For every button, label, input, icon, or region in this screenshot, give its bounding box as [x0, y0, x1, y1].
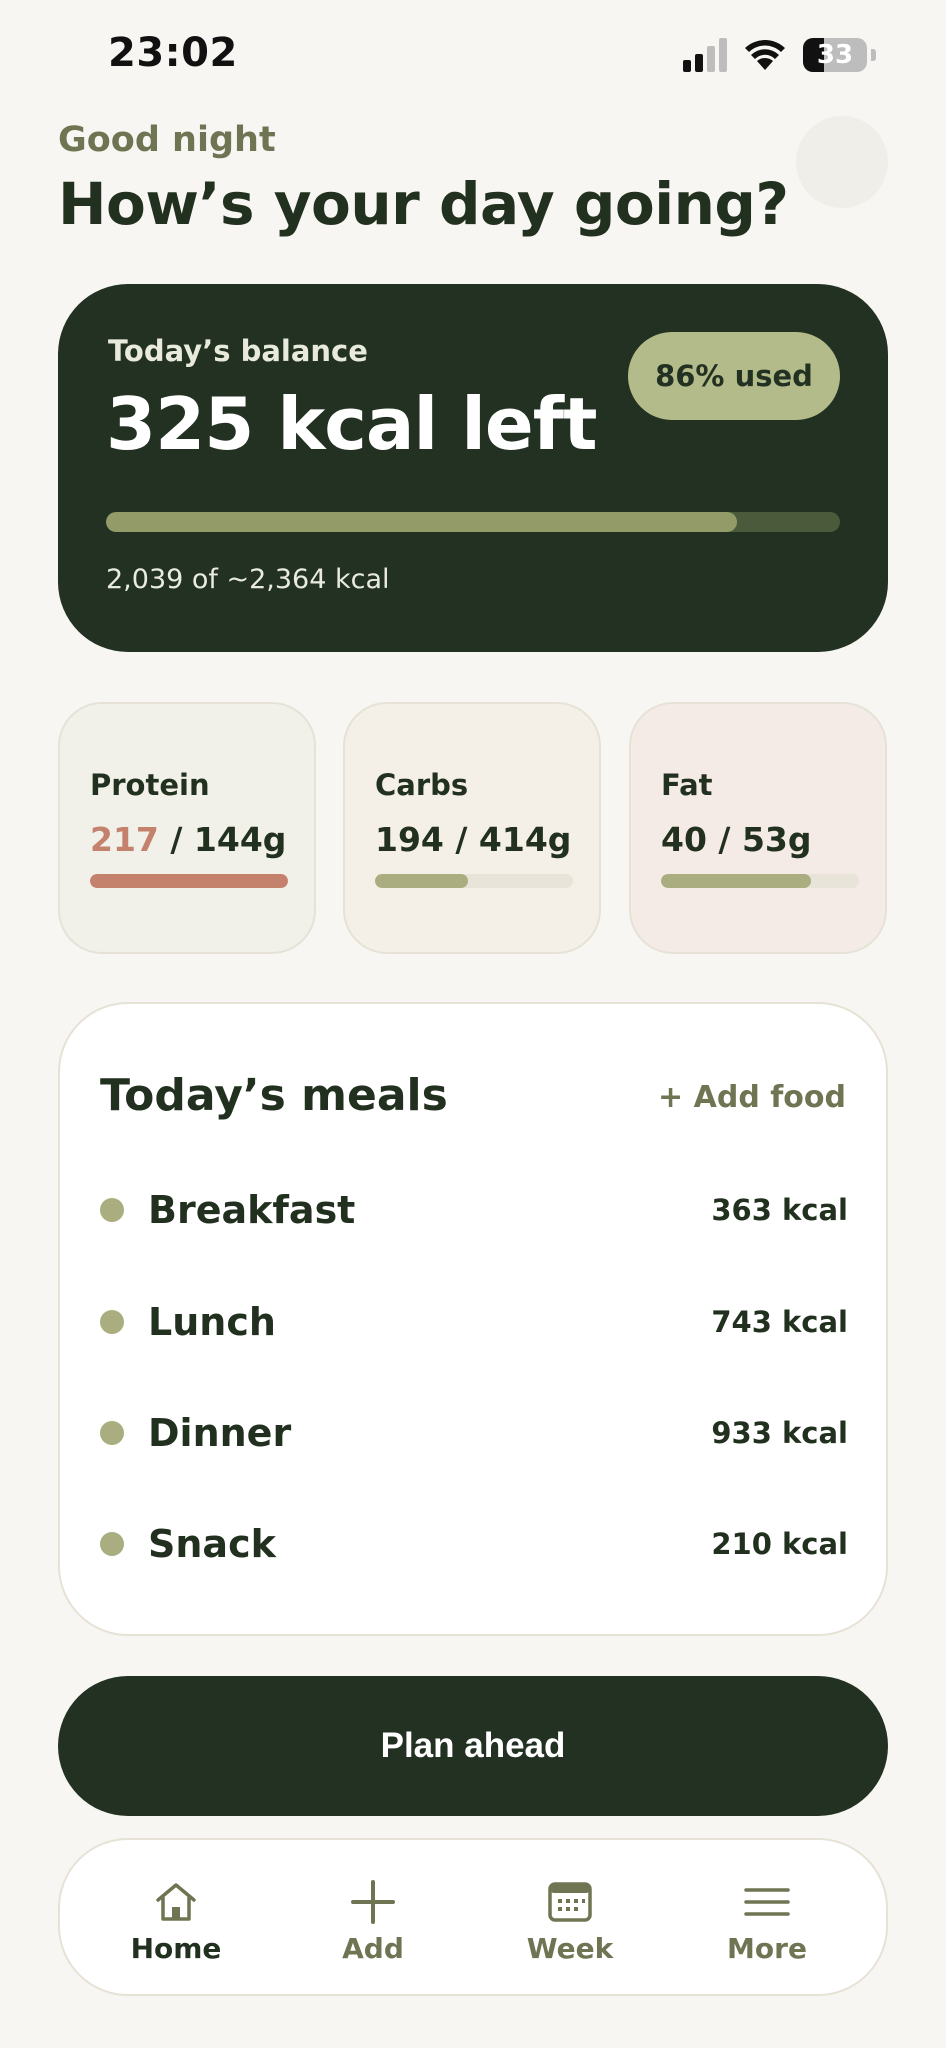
- wifi-icon: [745, 40, 785, 70]
- balance-subtext: 2,039 of ~2,364 kcal: [106, 564, 390, 595]
- meal-name: Snack: [148, 1522, 276, 1566]
- home-icon: [156, 1883, 196, 1921]
- meal-kcal: 933 kcal: [711, 1416, 848, 1450]
- macro-progress-fill: [661, 874, 812, 888]
- nav-item-week[interactable]: Week: [470, 1840, 670, 1994]
- macro-current-over: 217: [90, 820, 159, 859]
- greeting: Good night: [58, 120, 276, 160]
- meal-dot: [100, 1532, 124, 1556]
- menu-icon: [744, 1888, 790, 1916]
- meal-row-dinner[interactable]: Dinner 933 kcal: [100, 1403, 848, 1463]
- status-bar: 23:02 33: [0, 0, 946, 112]
- meal-name: Lunch: [148, 1300, 276, 1344]
- cellular-signal-icon: [683, 38, 727, 72]
- macro-progress-bar: [661, 874, 859, 888]
- macro-progress-fill: [375, 874, 469, 888]
- plan-ahead-button[interactable]: Plan ahead: [58, 1676, 888, 1816]
- macro-card-fat[interactable]: Fat 40 / 53g: [629, 702, 887, 954]
- add-food-button[interactable]: + Add food: [658, 1080, 846, 1115]
- macro-title: Carbs: [375, 768, 469, 802]
- balance-label: Today’s balance: [108, 334, 368, 368]
- macro-title: Fat: [661, 768, 713, 802]
- nav-item-home[interactable]: Home: [76, 1840, 276, 1994]
- meal-dot: [100, 1421, 124, 1445]
- macro-value: 217 / 144g: [90, 820, 286, 859]
- avatar[interactable]: [796, 116, 888, 208]
- nav-item-more[interactable]: More: [667, 1840, 867, 1994]
- macro-progress-bar: [375, 874, 573, 888]
- nav-label: Add: [342, 1932, 404, 1965]
- meal-row-snack[interactable]: Snack 210 kcal: [100, 1514, 848, 1574]
- macro-card-carbs[interactable]: Carbs 194 / 414g: [343, 702, 601, 954]
- macro-target: / 144g: [158, 820, 287, 859]
- meal-row-lunch[interactable]: Lunch 743 kcal: [100, 1292, 848, 1352]
- status-time: 23:02: [108, 30, 238, 76]
- plus-icon: [351, 1880, 395, 1924]
- meal-kcal: 743 kcal: [711, 1305, 848, 1339]
- meal-kcal: 363 kcal: [711, 1193, 848, 1227]
- balance-progress-bar: [106, 512, 840, 532]
- bottom-nav: Home Add Week More: [58, 1838, 888, 1996]
- meal-name: Breakfast: [148, 1188, 356, 1232]
- meal-kcal: 210 kcal: [711, 1527, 848, 1561]
- meal-row-breakfast[interactable]: Breakfast 363 kcal: [100, 1180, 848, 1240]
- meal-dot: [100, 1310, 124, 1334]
- macro-progress-bar: [90, 874, 288, 888]
- meal-dot: [100, 1198, 124, 1222]
- nav-label: Week: [526, 1932, 614, 1965]
- battery-cap: [871, 49, 876, 61]
- used-badge: 86% used: [628, 332, 840, 420]
- page-title: How’s your day going?: [58, 170, 789, 238]
- calendar-icon: [548, 1882, 592, 1922]
- status-icons: 33: [683, 38, 876, 72]
- macro-value: 40 / 53g: [661, 820, 812, 859]
- macro-value: 194 / 414g: [375, 820, 572, 859]
- balance-progress-fill: [106, 512, 738, 532]
- meals-card: Today’s meals + Add food Breakfast 363 k…: [58, 1002, 888, 1636]
- nav-label: More: [727, 1932, 807, 1965]
- balance-value: 325 kcal left: [106, 382, 598, 466]
- macro-progress-fill: [90, 874, 288, 888]
- meals-title: Today’s meals: [100, 1070, 448, 1121]
- nav-label: Home: [130, 1932, 222, 1965]
- macro-title: Protein: [90, 768, 210, 802]
- battery-level: 33: [816, 40, 854, 70]
- macro-card-protein[interactable]: Protein 217 / 144g: [58, 702, 316, 954]
- battery-icon: 33: [803, 38, 867, 72]
- balance-card: Today’s balance 325 kcal left 86% used 2…: [58, 284, 888, 652]
- nav-item-add[interactable]: Add: [273, 1840, 473, 1994]
- meal-name: Dinner: [148, 1411, 292, 1455]
